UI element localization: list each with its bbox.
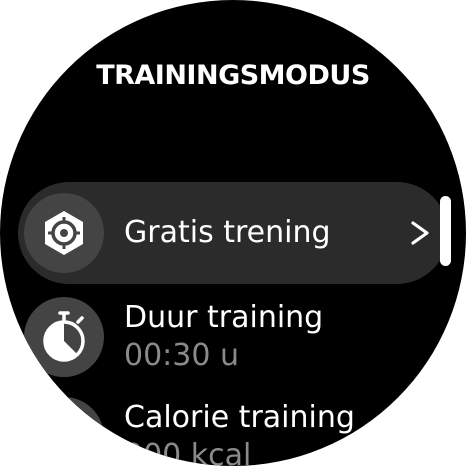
menu-item-icon-circle — [24, 297, 104, 377]
menu-item-label: Calorie training — [124, 400, 355, 435]
watch-screen: TRAININGSMODUS Gratis trening Duur train… — [0, 0, 466, 466]
menu-item-free-training[interactable]: Gratis trening — [18, 182, 448, 284]
menu-item-icon-circle — [24, 397, 104, 466]
menu-item-label: Duur training — [124, 300, 324, 335]
chevron-right-icon — [411, 221, 429, 245]
menu-item-icon-circle — [24, 193, 104, 273]
menu-item-value: 00:30 u — [124, 338, 240, 373]
flame-icon — [50, 415, 79, 459]
menu-item-value: 200 kcal — [124, 438, 252, 466]
menu-item-duration-training[interactable]: Duur training 00:30 u — [18, 286, 448, 388]
page-title: TRAININGSMODUS — [96, 60, 370, 91]
scrollbar-thumb[interactable] — [440, 196, 451, 266]
menu-item-label: Gratis trening — [124, 215, 331, 250]
stopwatch-icon — [43, 311, 85, 362]
menu-item-calorie-training[interactable]: Calorie training 200 kcal — [18, 386, 448, 466]
target-hexagon-icon — [45, 211, 83, 255]
